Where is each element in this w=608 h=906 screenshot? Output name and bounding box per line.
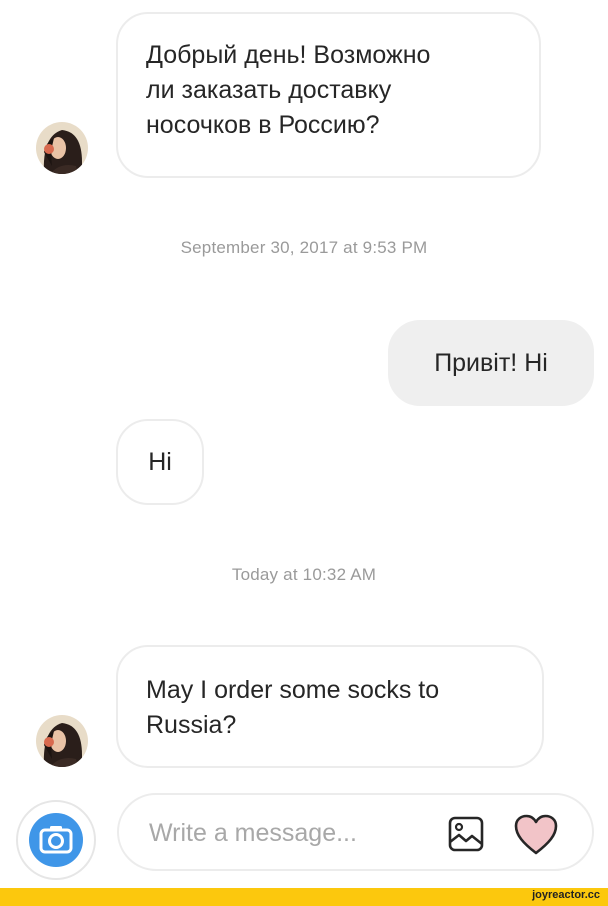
timestamp: Today at 10:32 AM — [231, 565, 377, 584]
image-icon[interactable] — [447, 815, 485, 853]
message-line: Добрый день! Возможно — [146, 41, 431, 69]
message-bubble-outgoing: Привіт! Hi — [388, 320, 594, 406]
timestamp: September 30, 2017 at 9:53 PM — [180, 238, 428, 257]
message-composer — [117, 793, 594, 871]
watermark-text: joyreactor.cc — [532, 889, 600, 901]
message-line: Russia? — [146, 711, 237, 739]
message-line: Hi — [148, 447, 172, 476]
heart-icon[interactable] — [513, 813, 559, 857]
message-bubble-incoming: May I order some socks to Russia? — [116, 645, 544, 768]
camera-button[interactable] — [16, 800, 96, 880]
avatar[interactable] — [36, 122, 88, 174]
message-bubble-incoming: Hi — [116, 419, 204, 505]
message-line: Привіт! Hi — [434, 348, 548, 377]
message-line: May I order some socks to — [146, 676, 440, 704]
message-line: носочков в Россию? — [146, 111, 380, 139]
watermark-bar: joyreactor.cc — [0, 888, 608, 906]
camera-icon — [29, 813, 83, 867]
message-line: ли заказать доставку — [146, 76, 392, 104]
message-input[interactable] — [149, 815, 409, 851]
message-bubble-incoming: Добрый день! Возможно ли заказать достав… — [116, 12, 541, 178]
avatar[interactable] — [36, 715, 88, 767]
